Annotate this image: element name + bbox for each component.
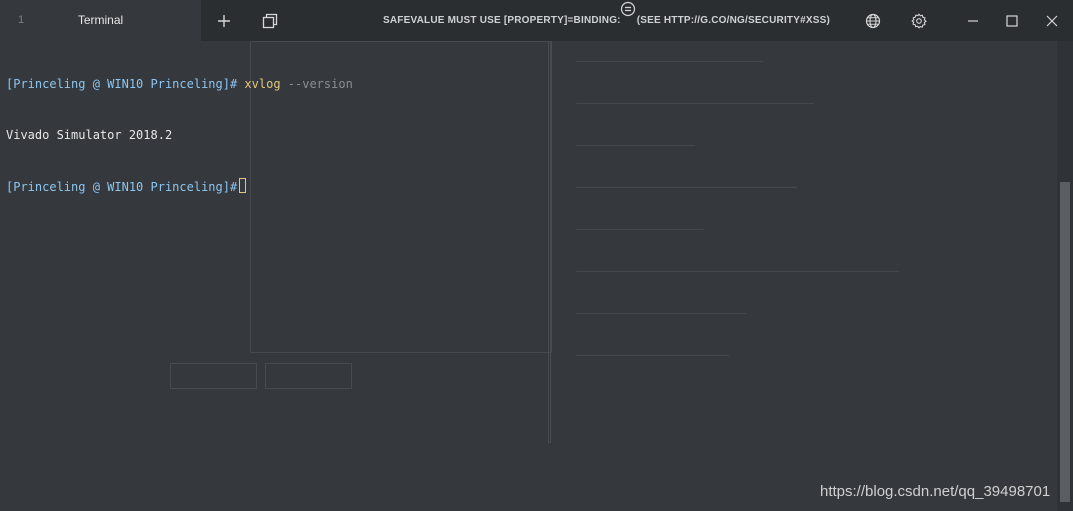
command-text: xvlog xyxy=(244,77,281,91)
gear-icon xyxy=(911,13,927,29)
globe-icon xyxy=(865,13,881,29)
minimize-button[interactable] xyxy=(961,9,985,33)
watermark-url: https://blog.csdn.net/qq_39498701 xyxy=(820,483,1051,500)
terminal-line: [Princeling @ WIN10 Princeling]# xyxy=(6,178,353,195)
terminal-line: Vivado Simulator 2018.2 xyxy=(6,127,353,144)
security-warning-banner: SAFEVALUE MUST USE [PROPERTY]=BINDING: (S… xyxy=(383,15,830,26)
settings-button[interactable] xyxy=(907,9,931,33)
minimize-icon xyxy=(967,15,979,27)
command-argument: --version xyxy=(287,77,353,91)
tabs-button[interactable] xyxy=(258,9,282,33)
close-icon xyxy=(1046,15,1058,27)
terminal-pane[interactable]: ────────────────────── ─────────────────… xyxy=(0,41,1057,511)
tab-title: Terminal xyxy=(77,13,124,27)
command-output: Vivado Simulator 2018.2 xyxy=(6,128,173,142)
scrollbar-thumb[interactable] xyxy=(1060,182,1070,502)
terminal-line: [Princeling @ WIN10 Princeling]# xvlog -… xyxy=(6,76,353,93)
terminal-output: [Princeling @ WIN10 Princeling]# xvlog -… xyxy=(6,42,353,229)
vertical-scrollbar[interactable] xyxy=(1057,41,1073,511)
maximize-button[interactable] xyxy=(1000,9,1024,33)
maximize-icon xyxy=(1006,15,1018,27)
close-button[interactable] xyxy=(1040,9,1064,33)
banner-text-right: (SEE HTTP://G.CO/NG/SECURITY#XSS) xyxy=(636,15,831,26)
new-tab-button[interactable] xyxy=(212,9,236,33)
text-cursor xyxy=(239,178,247,193)
tab-terminal[interactable]: 1 Terminal xyxy=(0,0,201,41)
plus-icon xyxy=(217,14,231,28)
tabs-icon xyxy=(262,13,278,29)
shell-prompt: [Princeling @ WIN10 Princeling]# xyxy=(6,180,238,194)
title-bar: 1 Terminal SAFEVALUE MUST USE [PROPERTY]… xyxy=(0,0,1073,41)
globe-button[interactable] xyxy=(861,9,885,33)
shell-prompt: [Princeling @ WIN10 Princeling]# xyxy=(6,77,238,91)
banner-text-left: SAFEVALUE MUST USE [PROPERTY]=BINDING: xyxy=(383,15,621,26)
